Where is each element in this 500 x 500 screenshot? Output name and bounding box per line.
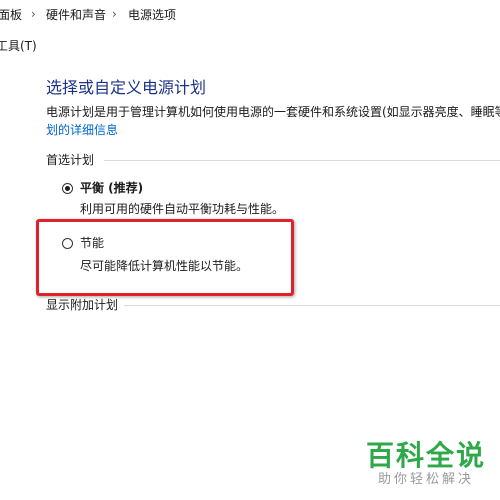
- radio-selected-dot-icon: [65, 186, 70, 191]
- annotation-highlight-box: [36, 219, 294, 296]
- preferred-plans-header: 首选计划: [46, 153, 95, 167]
- breadcrumb-separator-icon[interactable]: ›: [31, 6, 36, 22]
- page-description: 电源计划是用于管理计算机如何使用电源的一套硬件和系统设置(如显示器亮度、睡眠等: [46, 105, 500, 119]
- plan-desc-balanced: 利用可用的硬件自动平衡功耗与性能。: [80, 202, 285, 216]
- watermark-title: 百科全说: [365, 439, 486, 472]
- power-plan-details-link[interactable]: 划的详细信息: [46, 122, 118, 138]
- menu-tools[interactable]: 工具(T): [0, 38, 37, 54]
- additional-plans-header[interactable]: 显示附加计划: [46, 297, 118, 313]
- plan-name-balanced[interactable]: 平衡 (推荐): [80, 180, 143, 196]
- breadcrumb-item-control-panel[interactable]: 面板: [0, 7, 22, 23]
- breadcrumb-separator-icon[interactable]: ›: [112, 6, 117, 22]
- radio-balanced[interactable]: [62, 183, 73, 194]
- breadcrumb-item-hardware-sound[interactable]: 硬件和声音: [46, 7, 106, 23]
- group-divider: [124, 305, 500, 306]
- breadcrumb: 面板 › 硬件和声音 › 电源选项: [0, 0, 500, 30]
- page-title: 选择或自定义电源计划: [46, 78, 207, 97]
- breadcrumb-item-power-options[interactable]: 电源选项: [128, 7, 176, 23]
- menu-bar: 工具(T): [0, 36, 500, 58]
- watermark-subtitle: 助你轻松解决: [377, 472, 474, 487]
- watermark-logo: 百科全说 助你轻松解决: [366, 440, 486, 488]
- group-divider: [104, 160, 500, 161]
